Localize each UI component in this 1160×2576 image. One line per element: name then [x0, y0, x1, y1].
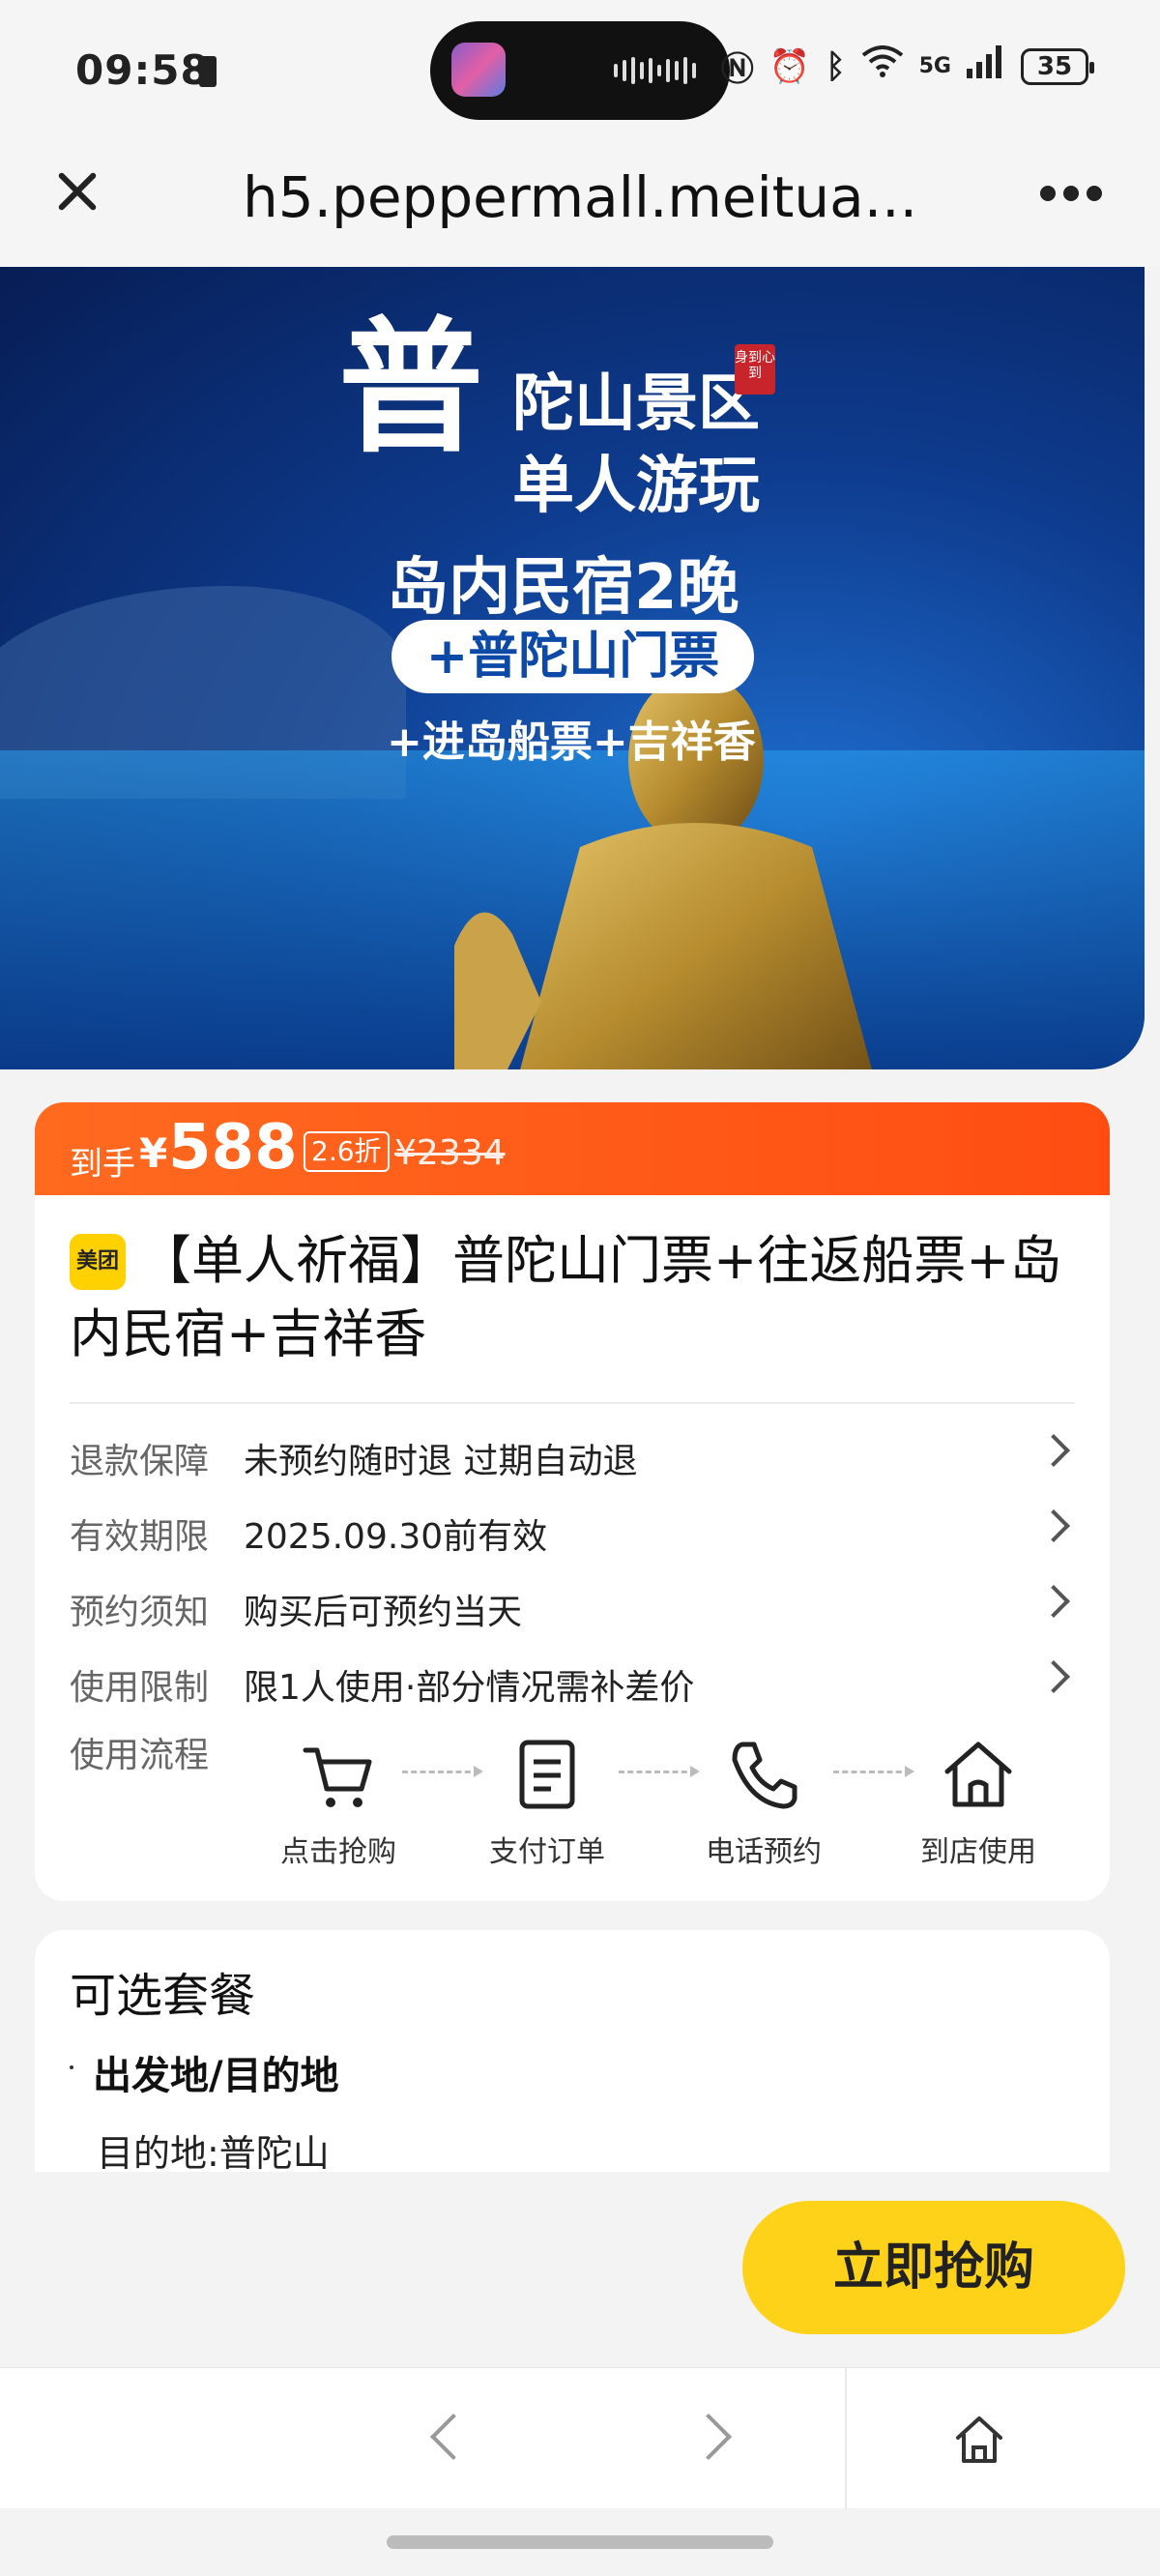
- info-row-refund[interactable]: 退款保障 未预约随时退 过期自动退: [70, 1425, 1075, 1483]
- network-label: 5G: [918, 54, 951, 78]
- more-options-icon[interactable]: [1040, 186, 1102, 201]
- status-time: 09:58: [75, 46, 210, 94]
- usage-flow-label: 使用流程: [70, 1736, 210, 1775]
- document-icon: [519, 1740, 575, 1809]
- info-row-restriction[interactable]: 使用限制 限1人使用·部分情况需补差价: [70, 1652, 1075, 1710]
- wifi-icon: [861, 45, 904, 87]
- back-arrow-icon[interactable]: [429, 2413, 478, 2461]
- info-key: 使用限制: [70, 1668, 210, 1708]
- music-app-icon: [451, 43, 506, 97]
- banner-line-4: +进岛船票+吉祥香: [387, 717, 756, 767]
- step-pay-order: 支付订单: [460, 1737, 634, 1870]
- status-bar: 09:58 Ⓝ ⏰ ᛒ 5G 35: [0, 0, 1160, 135]
- browser-bottom-nav: [0, 2367, 1160, 2509]
- step-label: 电话预约: [706, 1835, 822, 1869]
- step-label: 点击抢购: [280, 1835, 396, 1869]
- banner-title-char: 普: [338, 303, 484, 473]
- step-click-buy: 点击抢购: [251, 1737, 425, 1870]
- bluetooth-icon: ᛒ: [826, 46, 846, 86]
- nav-divider: [845, 2368, 847, 2509]
- bullet-dot: [70, 2065, 73, 2069]
- info-value: 未预约随时退 过期自动退: [244, 1442, 638, 1481]
- chevron-right-icon: [1037, 1509, 1070, 1542]
- price-bar: 到手 ¥ 588 2.6折 ¥2334: [35, 1102, 1110, 1199]
- battery-level: 35: [1036, 51, 1073, 81]
- signal-icon: [967, 45, 1005, 87]
- product-banner-image[interactable]: 普 陀山景区 身到心到 单人游玩 岛内民宿2晚 +普陀山门票 +进岛船票+吉祥香: [0, 267, 1145, 1069]
- battery-icon: 35: [1021, 47, 1094, 85]
- alarm-icon: ⏰: [768, 46, 811, 86]
- home-nav-icon[interactable]: [952, 2413, 1006, 2467]
- info-key: 预约须知: [70, 1593, 210, 1632]
- info-value: 2025.09.30前有效: [244, 1517, 548, 1557]
- price-currency: ¥: [139, 1129, 168, 1177]
- info-row-booking[interactable]: 预约须知 购买后可预约当天: [70, 1576, 1075, 1634]
- destination-text[interactable]: 目的地:普陀山: [97, 2123, 330, 2177]
- forward-arrow-icon[interactable]: [684, 2413, 733, 2461]
- step-phone-booking: 电话预约: [677, 1737, 851, 1870]
- info-row-validity[interactable]: 有效期限 2025.09.30前有效: [70, 1501, 1075, 1559]
- meituan-badge: 美团: [70, 1234, 126, 1290]
- dynamic-island[interactable]: [430, 21, 730, 120]
- options-subheading: 出发地/目的地: [93, 2054, 339, 2098]
- buy-now-button[interactable]: 立即抢购: [742, 2201, 1125, 2334]
- phone-icon: [732, 1742, 798, 1809]
- home-icon: [944, 1742, 1012, 1807]
- banner-line-3: 岛内民宿2晚: [387, 552, 740, 624]
- info-value: 限1人使用·部分情况需补差价: [244, 1668, 695, 1708]
- info-key: 有效期限: [70, 1517, 210, 1557]
- cart-icon: [303, 1747, 372, 1807]
- step-label: 到店使用: [920, 1835, 1036, 1869]
- step-store-use: 到店使用: [891, 1737, 1065, 1870]
- banner-pill: +普陀山门票: [392, 620, 754, 693]
- info-value: 购买后可预约当天: [244, 1593, 523, 1632]
- info-key: 退款保障: [70, 1442, 210, 1481]
- close-icon[interactable]: [48, 162, 106, 220]
- product-title: 【单人祈福】普陀山门票+往返船票+岛内民宿+吉祥香: [70, 1230, 1062, 1364]
- chevron-right-icon: [1037, 1434, 1070, 1467]
- banner-line-2: 单人游玩: [512, 450, 760, 522]
- status-icons: Ⓝ ⏰ ᛒ 5G 35: [720, 43, 1094, 90]
- divider: [70, 1402, 1075, 1404]
- banner-line-1: 陀山景区: [512, 367, 760, 440]
- battery-saver-icon: [199, 56, 217, 87]
- page-url: h5.peppermall.meitua...: [242, 164, 918, 230]
- price-amount: 588: [168, 1112, 298, 1184]
- home-indicator[interactable]: [387, 2535, 773, 2549]
- product-card: 【单人祈福】普陀山门票+往返船票+岛内民宿+吉祥香 美团 退款保障 未预约随时退…: [35, 1195, 1110, 1901]
- banner-seal: 身到心到: [735, 344, 775, 395]
- audio-wave-icon: [614, 56, 701, 85]
- discount-badge: 2.6折: [304, 1131, 390, 1172]
- chevron-right-icon: [1037, 1585, 1070, 1618]
- nfc-icon: Ⓝ: [720, 50, 754, 89]
- price-label: 到手: [70, 1145, 135, 1184]
- options-heading: 可选套餐: [70, 1969, 256, 2023]
- original-price: ¥2334: [394, 1133, 506, 1173]
- package-options-card: 可选套餐 出发地/目的地 目的地:普陀山: [35, 1930, 1110, 2175]
- browser-header: h5.peppermall.meitua...: [0, 135, 1160, 267]
- step-label: 支付订单: [489, 1835, 605, 1869]
- chevron-right-icon: [1037, 1660, 1070, 1693]
